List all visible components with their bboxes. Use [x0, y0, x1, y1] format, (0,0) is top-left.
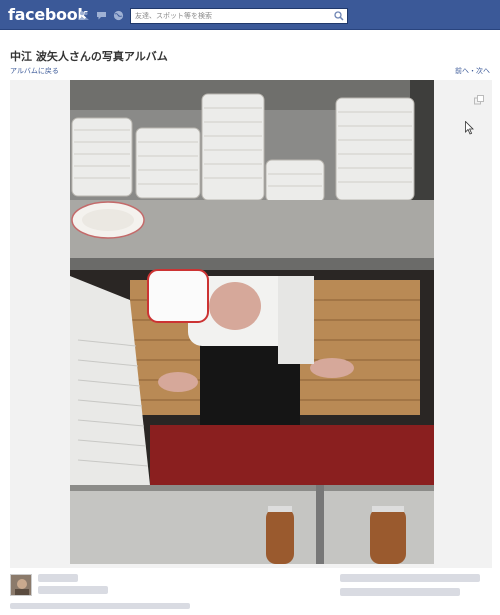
back-to-album-link[interactable]: アルバムに戻る — [10, 66, 59, 76]
search-placeholder: 友達、スポット等を検索 — [135, 12, 212, 20]
facebook-logo[interactable]: facebook — [8, 5, 88, 24]
expand-icon[interactable] — [474, 90, 484, 105]
prev-next-link[interactable]: 前へ・次へ — [455, 66, 490, 76]
blurred-album-info — [340, 574, 480, 582]
messages-icon[interactable] — [96, 10, 107, 21]
top-navigation-bar: facebook 友達、スポット等を検索 — [0, 0, 500, 30]
photo-image — [70, 80, 434, 564]
avatar[interactable] — [10, 574, 32, 596]
mouse-cursor-icon — [465, 120, 475, 135]
blurred-caption — [38, 586, 108, 594]
search-input[interactable]: 友達、スポット等を検索 — [130, 8, 348, 24]
blurred-footer-text — [10, 603, 190, 609]
blurred-album-info — [340, 588, 460, 596]
globe-icon[interactable] — [113, 10, 124, 21]
friends-icon[interactable] — [78, 10, 89, 21]
photo[interactable] — [70, 80, 434, 564]
search-icon[interactable] — [333, 10, 345, 22]
album-title: 中江 波矢人さんの写真アルバム — [10, 50, 168, 63]
blurred-author-name — [38, 574, 78, 582]
